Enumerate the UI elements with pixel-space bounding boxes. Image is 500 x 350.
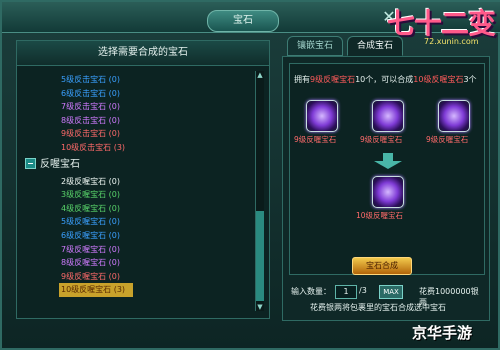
gem-item[interactable]: 7级反击宝石 (0) [23,100,253,114]
output-gem-label: 10级反喔宝石 [356,211,404,220]
gem-item[interactable]: 5级反喔宝石 (0) [23,215,253,229]
tab-synthesis[interactable]: 合成宝石 [347,36,404,56]
scroll-down-icon[interactable]: ▼ [256,303,264,311]
gem-item[interactable]: 2级反喔宝石 (0) [23,175,253,189]
collapse-icon[interactable] [25,158,36,170]
max-button[interactable]: MAX [379,285,403,299]
info-owned-count: 10个，可以合成 [355,75,414,84]
gem-list: 5级反击宝石 (0) 6级反击宝石 (0) 7级反击宝石 (0) 8级反击宝石 (0)… [23,73,253,297]
gem-list-scrollbar[interactable]: ▲ ▼ [255,71,264,311]
qty-label: 输入数量： [291,287,331,296]
info-result-count: 3个 [463,75,477,84]
info-result-item: 10级反喔宝石 [413,75,464,84]
gem-item[interactable]: 4级反喔宝石 (0) [23,202,253,216]
synthesize-button[interactable]: 宝石合成 [352,257,412,275]
info-prefix: 拥有 [294,75,310,84]
info-owned-item: 9级反喔宝石 [310,75,356,84]
gem-item[interactable]: 3级反喔宝石 (0) [23,188,253,202]
gem-item[interactable]: 8级反击宝石 (0) [23,114,253,128]
gem-item[interactable]: 9级反喔宝石 (0) [23,270,253,284]
scroll-thumb[interactable] [256,211,264,301]
gem-item[interactable]: 10级反喔宝石 (3) [59,283,133,297]
input-gem-3-icon[interactable] [438,100,470,132]
category-label: 反喔宝石 [40,158,80,170]
gem-item[interactable]: 5级反击宝石 (0) [23,73,253,87]
category-reflect-gem[interactable]: 反喔宝石 [23,157,253,173]
synthesis-panel: 拥有9级反喔宝石10个，可以合成10级反喔宝石3个 9级反喔宝石 9级反喔宝石 … [282,56,490,321]
gem-item[interactable]: 8级反喔宝石 (0) [23,256,253,270]
gem-list-header: 选择需要合成的宝石 [17,41,269,66]
window-title: 宝石 [207,10,279,32]
input-gem-2-label: 9级反喔宝石 [360,135,403,144]
scroll-up-icon[interactable]: ▲ [256,71,264,79]
hint-text: 花费银两将包裹里的宝石合成选中宝石 [310,303,446,312]
input-gem-1-icon[interactable] [306,100,338,132]
watermark: 京华手游 [412,324,473,342]
gem-list-panel: 选择需要合成的宝石 5级反击宝石 (0) 6级反击宝石 (0) 7级反击宝石 (0)… [16,40,270,319]
gem-item[interactable]: 7级反喔宝石 (0) [23,243,253,257]
qty-max-text: /3 [359,286,367,295]
arrow-down-icon [374,153,402,169]
quantity-row: 输入数量： 1 /3 MAX 花费1000000银两 [289,283,483,307]
input-gem-2-icon[interactable] [372,100,404,132]
output-gem-icon[interactable] [372,176,404,208]
gem-item[interactable]: 6级反击宝石 (0) [23,87,253,101]
gem-item[interactable]: 6级反喔宝石 (0) [23,229,253,243]
input-gem-1-label: 9级反喔宝石 [294,135,337,144]
tab-inlay[interactable]: 镶嵌宝石 [287,36,344,56]
gem-item[interactable]: 10级反击宝石 (3) [23,141,253,155]
game-window: 宝石 ✕ 七十二变 72.xunin.com 选择需要合成的宝石 5级反击宝石 … [0,0,500,350]
quantity-input[interactable]: 1 [335,285,357,299]
gem-item[interactable]: 9级反击宝石 (0) [23,127,253,141]
tab-bar: 镶嵌宝石 合成宝石 [287,36,487,56]
synthesis-info: 拥有9级反喔宝石10个，可以合成10级反喔宝石3个 [294,74,484,85]
synthesis-preview: 拥有9级反喔宝石10个，可以合成10级反喔宝石3个 9级反喔宝石 9级反喔宝石 … [289,63,485,275]
input-gem-3-label: 9级反喔宝石 [426,135,469,144]
